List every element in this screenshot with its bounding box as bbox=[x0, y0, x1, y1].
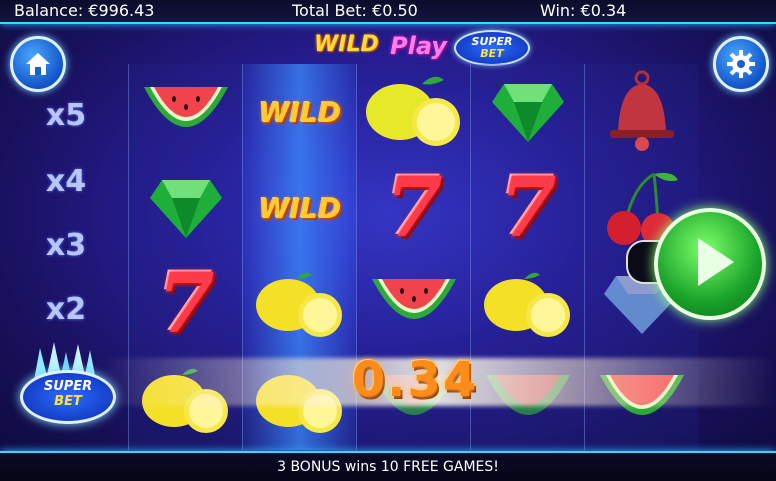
symbol-bell bbox=[585, 64, 699, 160]
play-icon bbox=[698, 238, 734, 286]
multiplier-x3: x3 bbox=[45, 228, 87, 263]
status-bar: Balance: €996.43 Total Bet: €0.50 Win: €… bbox=[0, 0, 776, 24]
symbol-emerald bbox=[471, 64, 585, 160]
symbol-seven: 7 bbox=[129, 256, 243, 352]
watermelon-icon bbox=[144, 87, 228, 127]
symbol-wild: WILD bbox=[243, 160, 357, 256]
logo-badge-bet: BET bbox=[480, 47, 504, 60]
multiplier-x5: x5 bbox=[45, 98, 87, 133]
win-amount: 0.34 bbox=[351, 352, 479, 408]
logo-play-text: Play bbox=[390, 32, 447, 60]
wild-symbol-text: WILD bbox=[258, 191, 342, 225]
spin-button[interactable] bbox=[654, 208, 766, 320]
home-icon bbox=[26, 53, 50, 75]
lemon-icon bbox=[256, 272, 342, 337]
emerald-icon bbox=[150, 180, 222, 238]
symbol-wild: WILD bbox=[243, 64, 357, 160]
symbol-watermelon bbox=[129, 64, 243, 160]
logo-wild-text: WILD bbox=[314, 32, 379, 57]
symbol-lemon bbox=[243, 256, 357, 352]
lemon-icon bbox=[484, 272, 570, 337]
seven-symbol-text: 7 bbox=[499, 160, 557, 256]
wild-symbol-text: WILD bbox=[258, 95, 342, 129]
game-logo: WILD Play SUPER BET bbox=[314, 30, 536, 66]
symbol-lemon bbox=[471, 256, 585, 352]
total-bet-display: Total Bet: €0.50 bbox=[292, 1, 418, 20]
symbol-watermelon bbox=[357, 256, 471, 352]
balance-display: Balance: €996.43 bbox=[14, 1, 155, 20]
multiplier-x4: x4 bbox=[45, 164, 87, 199]
home-button[interactable] bbox=[10, 36, 66, 92]
symbol-lemon bbox=[357, 64, 471, 160]
symbol-emerald bbox=[129, 160, 243, 256]
lemon-icon bbox=[366, 76, 460, 146]
bonus-message: 3 BONUS wins 10 FREE GAMES! bbox=[277, 459, 499, 475]
symbol-seven: 7 bbox=[357, 160, 471, 256]
gear-icon bbox=[727, 50, 755, 78]
symbol-seven: 7 bbox=[471, 160, 585, 256]
settings-button[interactable] bbox=[713, 36, 769, 92]
logo-superbet-badge: SUPER BET bbox=[454, 30, 530, 66]
seven-symbol-text: 7 bbox=[385, 160, 443, 256]
emerald-icon bbox=[492, 84, 564, 142]
bell-icon bbox=[610, 70, 674, 151]
message-bar: 3 BONUS wins 10 FREE GAMES! bbox=[0, 451, 776, 481]
seven-symbol-text: 7 bbox=[157, 256, 215, 352]
watermelon-icon bbox=[372, 279, 456, 319]
multiplier-x2: x2 bbox=[45, 292, 87, 327]
win-display: Win: €0.34 bbox=[540, 1, 627, 20]
